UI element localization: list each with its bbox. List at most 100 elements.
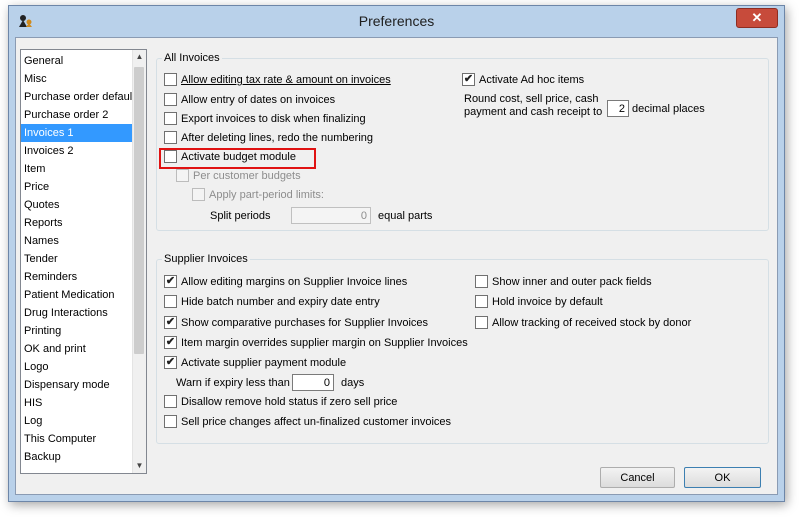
- checkbox-box: [164, 72, 177, 86]
- checkbox-label: Show inner and outer pack fields: [492, 276, 652, 288]
- close-button[interactable]: ✕: [736, 8, 778, 28]
- checkbox-box: [475, 294, 488, 308]
- tracking-donor-checkbox[interactable]: Allow tracking of received stock by dono…: [475, 315, 692, 332]
- checkbox-label: Activate budget module: [181, 151, 296, 163]
- sidebar-item[interactable]: Reports: [21, 214, 134, 232]
- round-label-line1: Round cost, sell price, cash: [464, 93, 599, 105]
- checkmark-icon: ✔: [164, 274, 177, 288]
- days-label: days: [341, 377, 365, 389]
- all-invoices-title: All Invoices: [162, 52, 222, 64]
- checkbox-label: Allow tracking of received stock by dono…: [492, 317, 692, 329]
- preferences-window: Preferences ✕ General Misc Purchase order …: [8, 5, 785, 502]
- checkbox-box: [164, 394, 177, 408]
- checkbox-label: Item margin overrides supplier margin on…: [181, 337, 468, 349]
- ok-button[interactable]: OK: [684, 467, 761, 488]
- checkbox-label: Allow editing margins on Supplier Invoic…: [181, 276, 408, 288]
- title-bar: Preferences ✕: [9, 6, 784, 36]
- checkbox-label: Hold invoice by default: [492, 296, 603, 308]
- item-margin-overrides-checkbox[interactable]: ✔ Item margin overrides supplier margin o…: [164, 335, 468, 352]
- sidebar-item[interactable]: Names: [21, 232, 134, 250]
- checkbox-box: [164, 294, 177, 308]
- checkbox-label: Activate Ad hoc items: [479, 74, 585, 86]
- sidebar-item[interactable]: Patient Medication: [21, 286, 134, 304]
- scroll-thumb[interactable]: [134, 67, 144, 354]
- dialog-body: General Misc Purchase order default Purchas…: [15, 37, 778, 495]
- checkmark-icon: ✔: [462, 72, 475, 86]
- cancel-button[interactable]: Cancel: [600, 467, 675, 488]
- preferences-category-list[interactable]: General Misc Purchase order default Purchas…: [20, 49, 147, 474]
- checkbox-label: After deleting lines, redo the numbering: [181, 132, 374, 144]
- sidebar-item[interactable]: Misc: [21, 70, 134, 88]
- sidebar-item[interactable]: Price: [21, 178, 134, 196]
- sidebar-item[interactable]: Purchase order default: [21, 88, 134, 106]
- checkbox-label: Sell price changes affect un-finalized c…: [181, 416, 452, 428]
- sidebar-item[interactable]: Dispensary mode: [21, 376, 134, 394]
- checkbox-label: Per customer budgets: [193, 170, 301, 182]
- round-label-line2: payment and cash receipt to: [464, 106, 603, 118]
- sidebar-item[interactable]: Logo: [21, 358, 134, 376]
- supplier-payment-checkbox[interactable]: ✔ Activate supplier payment module: [164, 355, 347, 372]
- checkbox-box: [164, 92, 177, 106]
- decimal-places-label: decimal places: [632, 103, 705, 115]
- per-customer-budgets-checkbox[interactable]: Per customer budgets: [176, 168, 301, 185]
- allow-edit-tax-checkbox[interactable]: Allow editing tax rate & amount on invoi…: [164, 72, 391, 89]
- sidebar-scrollbar[interactable]: ▲ ▼: [132, 50, 146, 473]
- checkmark-icon: ✔: [164, 315, 177, 329]
- sidebar-item[interactable]: General: [21, 52, 134, 70]
- sidebar-item[interactable]: OK and print: [21, 340, 134, 358]
- inner-outer-pack-checkbox[interactable]: Show inner and outer pack fields: [475, 274, 652, 291]
- sidebar-item[interactable]: HIS: [21, 394, 134, 412]
- split-periods-input[interactable]: 0: [291, 207, 371, 224]
- checkbox-label: Apply part-period limits:: [209, 189, 324, 201]
- hold-invoice-default-checkbox[interactable]: Hold invoice by default: [475, 294, 603, 311]
- allow-dates-checkbox[interactable]: Allow entry of dates on invoices: [164, 92, 336, 109]
- checkbox-box: [176, 168, 189, 182]
- sidebar-item[interactable]: Backup: [21, 448, 134, 466]
- sidebar-item[interactable]: Invoices 1: [21, 124, 134, 142]
- disallow-hold-checkbox[interactable]: Disallow remove hold status if zero sell…: [164, 394, 398, 411]
- split-periods-label: Split periods: [210, 210, 271, 222]
- window-title: Preferences: [358, 13, 435, 29]
- equal-parts-label: equal parts: [378, 210, 433, 222]
- checkbox-label: Show comparative purchases for Supplier …: [181, 317, 429, 329]
- category-items: General Misc Purchase order default Purchas…: [21, 52, 134, 466]
- sidebar-item[interactable]: Reminders: [21, 268, 134, 286]
- checkbox-box: [475, 274, 488, 288]
- scroll-up-icon[interactable]: ▲: [133, 50, 146, 64]
- export-disk-checkbox[interactable]: Export invoices to disk when finalizing: [164, 111, 366, 128]
- warn-expiry-input[interactable]: 0: [292, 374, 334, 391]
- checkbox-label: Hide batch number and expiry date entry: [181, 296, 380, 308]
- warn-expiry-label: Warn if expiry less than: [176, 377, 290, 389]
- sidebar-item[interactable]: Tender: [21, 250, 134, 268]
- checkbox-label: Activate supplier payment module: [181, 357, 347, 369]
- checkbox-label: Disallow remove hold status if zero sell…: [181, 396, 398, 408]
- sidebar-item[interactable]: Drug Interactions: [21, 304, 134, 322]
- close-icon: ✕: [751, 10, 763, 25]
- checkbox-label: Allow entry of dates on invoices: [181, 94, 336, 106]
- budget-module-checkbox[interactable]: Activate budget module: [164, 149, 296, 166]
- ad-hoc-items-checkbox[interactable]: ✔ Activate Ad hoc items: [462, 72, 585, 89]
- comparative-purchases-checkbox[interactable]: ✔ Show comparative purchases for Supplier…: [164, 315, 429, 332]
- sidebar-item[interactable]: Purchase order 2: [21, 106, 134, 124]
- sell-price-changes-checkbox[interactable]: Sell price changes affect un-finalized c…: [164, 414, 452, 431]
- checkbox-label: Export invoices to disk when finalizing: [181, 113, 366, 125]
- checkbox-box: [164, 414, 177, 428]
- checkbox-box: [164, 111, 177, 125]
- sidebar-item[interactable]: Quotes: [21, 196, 134, 214]
- sidebar-item[interactable]: Printing: [21, 322, 134, 340]
- part-period-limits-checkbox[interactable]: Apply part-period limits:: [192, 187, 324, 204]
- checkmark-icon: ✔: [164, 335, 177, 349]
- scroll-down-icon[interactable]: ▼: [133, 459, 146, 473]
- hide-batch-checkbox[interactable]: Hide batch number and expiry date entry: [164, 294, 380, 311]
- checkbox-box: [164, 149, 177, 163]
- sidebar-item[interactable]: Invoices 2: [21, 142, 134, 160]
- redo-numbering-checkbox[interactable]: After deleting lines, redo the numbering: [164, 130, 374, 147]
- sidebar-item[interactable]: Item: [21, 160, 134, 178]
- supplier-invoices-title: Supplier Invoices: [162, 253, 250, 265]
- decimal-places-input[interactable]: 2: [607, 100, 629, 117]
- checkbox-box: [164, 130, 177, 144]
- checkbox-box: [192, 187, 205, 201]
- sidebar-item[interactable]: Log: [21, 412, 134, 430]
- edit-margins-checkbox[interactable]: ✔ Allow editing margins on Supplier Invoi…: [164, 274, 408, 291]
- sidebar-item[interactable]: This Computer: [21, 430, 134, 448]
